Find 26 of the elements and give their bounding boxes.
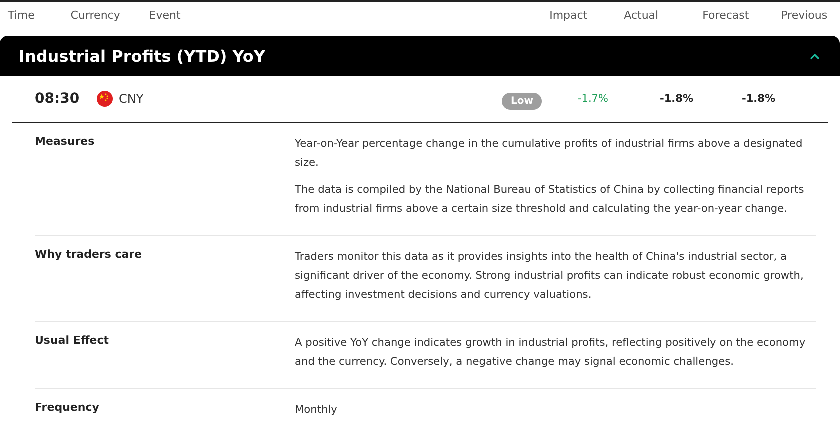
column-header: Impact xyxy=(550,9,589,24)
detail-label: Usual Effect xyxy=(35,334,110,349)
column-header: Time xyxy=(8,9,36,24)
event-time: 08:30 xyxy=(35,91,81,107)
currency-code: CNY xyxy=(119,92,144,106)
impact-badge: Low xyxy=(502,92,542,110)
detail-text: Monthly xyxy=(295,403,338,418)
caret-icon[interactable] xyxy=(810,52,820,60)
previous-value: -1.8% xyxy=(742,93,776,105)
forecast-value: -1.8% xyxy=(660,93,694,105)
column-header: Forecast xyxy=(702,9,750,24)
column-header: Previous xyxy=(781,9,829,24)
event-header[interactable]: Industrial Profits (YTD) YoY xyxy=(0,36,840,76)
detail-text: Year-on-Year percentage change in the cumulative profits of industrial firms above a designated size. xyxy=(295,137,804,171)
column-header: Currency xyxy=(70,9,122,24)
detail-label: Frequency xyxy=(35,401,100,416)
column-header: Actual xyxy=(624,9,660,24)
detail-text: A positive YoY change indicates growth in industrial profits, reflecting positively on the economy and the currency. Conversely, a negative change may signal economic challenges. xyxy=(295,336,807,370)
event-title: Industrial Profits (YTD) YoY xyxy=(19,46,266,66)
detail-label: Measures xyxy=(35,135,96,150)
actual-value: -1.7% xyxy=(578,93,610,105)
column-header: Event xyxy=(149,9,182,24)
detail-label: Why traders care xyxy=(35,248,144,263)
detail-text: The data is compiled by the National Bureau of Statistics of China by collecting financial reports from industrial firms above a certain size threshold and calculating the year-on-year change. xyxy=(295,183,806,217)
detail-text: Traders monitor this data as it provides insights into the health of China's industrial sector, a significant driver of the economy. Strong industrial profits can indicate robust economic growth, affecting investment decisions and currency valuations. xyxy=(295,250,805,303)
flag-icon xyxy=(97,91,113,107)
